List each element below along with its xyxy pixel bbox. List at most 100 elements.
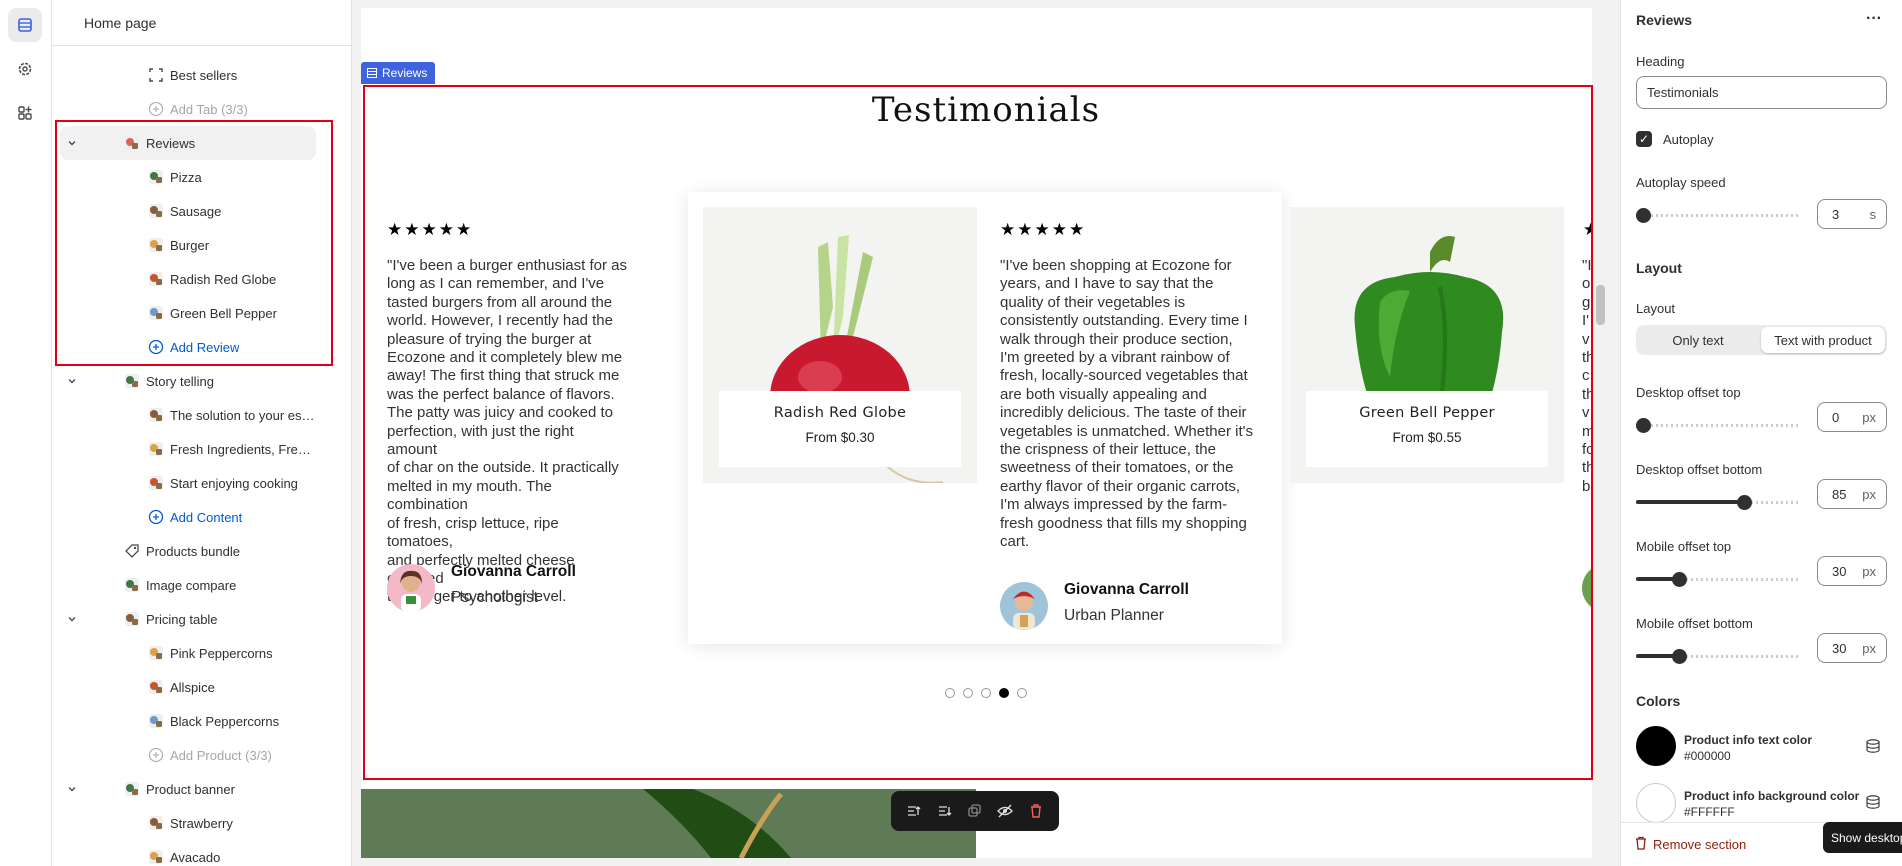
desktop-offset-top-input[interactable]: 0 px [1817, 402, 1887, 432]
sidebar-item-pricing-table[interactable]: Pricing table [52, 602, 322, 636]
sidebar-item-the-solution-to-your-essentia[interactable]: The solution to your essentia... [52, 398, 322, 432]
product-price: From $0.55 [1392, 430, 1462, 445]
autoplay-speed-input[interactable]: 3s [1817, 199, 1887, 229]
review-text-line: g [1582, 293, 1591, 311]
sidebar-item-label: Strawberry [170, 815, 233, 831]
reviewer-name: Giovanna Carroll [1064, 581, 1189, 598]
thumbnail-icon [149, 646, 163, 660]
mobile-offset-top-input[interactable]: 30 px [1817, 556, 1887, 586]
sidebar-item-best-sellers[interactable]: Best sellers [52, 58, 322, 92]
settings-title: Reviews [1636, 12, 1693, 28]
layout-only-text-button[interactable]: Only text [1638, 327, 1758, 353]
mobile-offset-bottom-input[interactable]: 30 px [1817, 633, 1887, 663]
section-toolbar [891, 791, 1059, 831]
autoplay-speed-label: Autoplay speed [1636, 175, 1726, 190]
sidebar-item-label: Black Peppercorns [170, 713, 280, 729]
apps-icon[interactable] [8, 96, 42, 130]
sidebar-item-label: Add Tab (3/3) [170, 101, 248, 117]
add-item-button[interactable]: Add Product (3/3) [52, 738, 322, 772]
carousel-dot[interactable] [999, 688, 1009, 698]
sidebar-item-burger[interactable]: Burger [52, 228, 322, 262]
sidebar-item-image-compare[interactable]: Image compare [52, 568, 322, 602]
carousel-dot[interactable] [1017, 688, 1027, 698]
sidebar-item-strawberry[interactable]: Strawberry [52, 806, 322, 840]
product-name: Green Bell Pepper [1359, 405, 1495, 421]
add-circle-icon [148, 747, 164, 763]
autoplay-speed-slider[interactable] [1636, 208, 1799, 223]
sidebar-item-radish-red-globe[interactable]: Radish Red Globe [52, 262, 322, 296]
layout-heading: Layout [1636, 260, 1682, 276]
reviewer-name: Giovanna Carroll [451, 563, 576, 580]
mobile-offset-bottom-slider[interactable] [1636, 649, 1799, 664]
sidebar-item-products-bundle[interactable]: Products bundle [52, 534, 322, 568]
review-text-line: c [1582, 367, 1590, 385]
chevron-down-icon[interactable] [66, 137, 78, 149]
preview-canvas: Testimonials ★★★★★ "I've been a burger e… [352, 0, 1610, 866]
avatar-partial [1582, 564, 1592, 612]
chevron-down-icon[interactable] [66, 375, 78, 387]
review-text-line: th [1582, 459, 1592, 477]
dynamic-source-icon[interactable] [1865, 794, 1881, 810]
sidebar-item-pizza[interactable]: Pizza [52, 160, 322, 194]
layout-text-with-product-button[interactable]: Text with product [1761, 327, 1885, 353]
preview-scroll-thumb[interactable] [1596, 285, 1605, 325]
review-text-line: Ecozone and it completely blew me [387, 349, 623, 367]
sidebar-item-start-enjoying-cooking[interactable]: Start enjoying cooking [52, 466, 322, 500]
add-item-button[interactable]: Add Content [52, 500, 322, 534]
add-item-button[interactable]: Add Tab (3/3) [52, 92, 322, 126]
sidebar-item-label: Add Content [170, 509, 243, 525]
sections-icon[interactable] [8, 8, 42, 42]
text-color-swatch[interactable] [1636, 726, 1676, 766]
sidebar-item-avacado[interactable]: Avacado [52, 840, 322, 866]
sidebar-item-pink-peppercorns[interactable]: Pink Peppercorns [52, 636, 322, 670]
carousel-dot[interactable] [963, 688, 973, 698]
add-item-button[interactable]: Add Review [52, 330, 322, 364]
dynamic-source-icon[interactable] [1865, 738, 1881, 754]
product-info-box[interactable]: Radish Red Globe From $0.30 [719, 391, 961, 467]
sidebar-item-green-bell-pepper[interactable]: Green Bell Pepper [52, 296, 322, 330]
chevron-down-icon[interactable] [66, 613, 78, 625]
duplicate-icon[interactable] [967, 803, 983, 819]
gear-icon[interactable] [8, 52, 42, 86]
desktop-offset-top-label: Desktop offset top [1636, 385, 1741, 400]
sidebar-item-sausage[interactable]: Sausage [52, 194, 322, 228]
review-card-active: Radish Red Globe From $0.30 ★★★★★ "I've … [688, 192, 1282, 644]
review-text-line: I'm always impressed by the farm- [1000, 496, 1228, 514]
heading-input[interactable]: Testimonials [1636, 76, 1887, 109]
avatar [1000, 582, 1048, 630]
sidebar-item-label: Products bundle [146, 543, 240, 559]
preview-scrollbar[interactable] [1593, 8, 1607, 858]
carousel-dot[interactable] [945, 688, 955, 698]
sidebar-item-allspice[interactable]: Allspice [52, 670, 322, 704]
review-text-line: are both visually appealing and [1000, 385, 1207, 403]
review-text-line: cart. [1000, 533, 1030, 551]
carousel-dot[interactable] [981, 688, 991, 698]
sidebar-item-reviews[interactable]: Reviews [60, 126, 316, 160]
sidebar-item-story-telling[interactable]: Story telling [52, 364, 322, 398]
move-down-icon[interactable] [937, 803, 953, 819]
heading-label: Heading [1636, 54, 1685, 69]
sidebar-item-label: Pizza [170, 169, 202, 185]
section-tag[interactable]: Reviews [361, 62, 436, 84]
desktop-offset-top-slider[interactable] [1636, 418, 1799, 433]
desktop-offset-bottom-input[interactable]: 85 px [1817, 479, 1887, 509]
remove-section-button[interactable]: Remove section [1653, 837, 1746, 852]
sidebar-item-fresh-ingredients-fresh-ideas[interactable]: Fresh Ingredients, Fresh Ideas [52, 432, 322, 466]
autoplay-checkbox[interactable]: ✓ [1636, 131, 1652, 147]
review-text-line: of fresh, crisp lettuce, ripe tomatoes, [387, 514, 559, 551]
sidebar-item-label: Burger [170, 237, 210, 253]
sidebar-item-label: Reviews [146, 135, 196, 151]
delete-icon[interactable] [1028, 803, 1044, 819]
bg-color-swatch[interactable] [1636, 783, 1676, 823]
colors-heading: Colors [1636, 693, 1681, 709]
hide-icon[interactable] [997, 803, 1014, 819]
mobile-offset-top-slider[interactable] [1636, 572, 1799, 587]
chevron-down-icon[interactable] [66, 783, 78, 795]
desktop-offset-bottom-slider[interactable] [1636, 495, 1799, 510]
review-text-line: sweetness of their tomatoes, or the [1000, 459, 1234, 477]
product-info-box[interactable]: Green Bell Pepper From $0.55 [1306, 391, 1548, 467]
more-options-icon[interactable]: ··· [1866, 10, 1882, 28]
sidebar-item-product-banner[interactable]: Product banner [52, 772, 322, 806]
sidebar-item-black-peppercorns[interactable]: Black Peppercorns [52, 704, 322, 738]
move-up-icon[interactable] [906, 803, 922, 819]
